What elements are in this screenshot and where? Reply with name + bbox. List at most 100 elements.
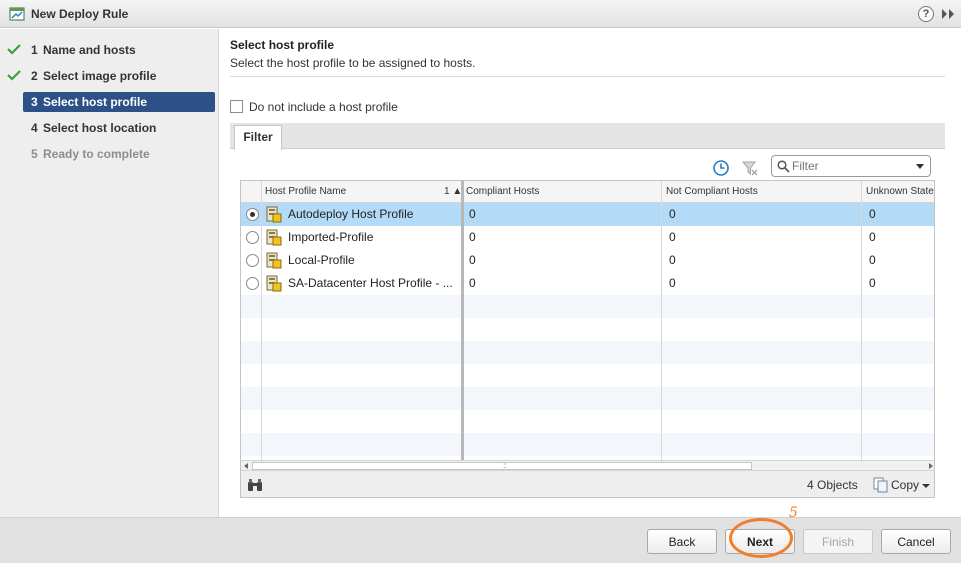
- horizontal-scrollbar[interactable]: ::: [241, 460, 934, 471]
- host-profile-icon: [266, 206, 282, 223]
- step-ready-to-complete: 5 Ready to complete: [0, 144, 219, 164]
- unknown-count: 0: [869, 276, 876, 290]
- row-radio[interactable]: [246, 254, 259, 267]
- unknown-count: 0: [869, 253, 876, 267]
- not-compliant-count: 0: [669, 230, 676, 244]
- table-row[interactable]: SA-Datacenter Host Profile - ... 0 0 0: [241, 272, 934, 295]
- step-number: 4: [31, 121, 38, 135]
- step-number: 1: [31, 43, 38, 57]
- object-count: 4 Objects: [807, 478, 858, 492]
- divider: [230, 76, 945, 77]
- table-row[interactable]: Autodeploy Host Profile 0 0 0: [241, 203, 934, 226]
- profile-name: SA-Datacenter Host Profile - ...: [288, 276, 453, 290]
- not-compliant-count: 0: [669, 207, 676, 221]
- unknown-count: 0: [869, 230, 876, 244]
- not-compliant-count: 0: [669, 253, 676, 267]
- step-number: 3: [31, 95, 38, 109]
- table-row[interactable]: Imported-Profile 0 0 0: [241, 226, 934, 249]
- host-profile-icon: [266, 275, 282, 292]
- no-host-profile-checkbox[interactable]: [230, 100, 243, 113]
- grid-footer: 4 Objects Copy: [241, 471, 934, 497]
- row-radio[interactable]: [246, 208, 259, 221]
- deploy-rule-icon: [9, 7, 25, 21]
- compliant-count: 0: [469, 276, 476, 290]
- dialog-title: New Deploy Rule: [31, 7, 129, 21]
- chevron-down-icon: [922, 484, 930, 488]
- empty-row: [241, 410, 934, 433]
- wizard-steps-pane: 1 Name and hosts 2 Select image profile …: [0, 29, 219, 517]
- column-header-unknown-state[interactable]: Unknown State: [862, 181, 934, 203]
- step-select-host-profile[interactable]: 3 Select host profile: [23, 92, 215, 112]
- column-header-not-compliant[interactable]: Not Compliant Hosts: [662, 181, 858, 203]
- main-content: Select host profile Select the host prof…: [220, 29, 961, 517]
- expand-icon[interactable]: [940, 7, 956, 21]
- copy-label: Copy: [891, 478, 920, 492]
- back-button[interactable]: Back: [647, 529, 717, 554]
- empty-row: [241, 364, 934, 387]
- grid-header: Host Profile Name 1 ▲ Compliant Hosts No…: [241, 181, 934, 203]
- unknown-count: 0: [869, 207, 876, 221]
- empty-row: [241, 387, 934, 410]
- table-row[interactable]: Local-Profile 0 0 0: [241, 249, 934, 272]
- copy-icon: [873, 477, 888, 493]
- column-header-compliant[interactable]: Compliant Hosts: [462, 181, 658, 203]
- step-number: 2: [31, 69, 38, 83]
- host-profile-icon: [266, 229, 282, 246]
- dialog-title-bar: New Deploy Rule ?: [0, 0, 961, 28]
- step-label: Name and hosts: [43, 43, 136, 57]
- empty-row: [241, 318, 934, 341]
- profile-name: Local-Profile: [288, 253, 355, 267]
- chevron-down-icon[interactable]: [916, 164, 924, 169]
- scrollbar-thumb[interactable]: [252, 462, 752, 470]
- help-icon[interactable]: ?: [918, 6, 934, 22]
- compliant-count: 0: [469, 230, 476, 244]
- tab-strip: Filter: [230, 123, 945, 150]
- step-annotation-marker: 5: [789, 505, 798, 521]
- next-button[interactable]: Next: [725, 529, 795, 554]
- step-label: Ready to complete: [43, 147, 150, 161]
- grip-icon: ::: [503, 461, 507, 470]
- empty-row: [241, 295, 934, 318]
- check-icon: [7, 44, 21, 55]
- row-radio[interactable]: [246, 231, 259, 244]
- row-radio[interactable]: [246, 277, 259, 290]
- step-select-host-location[interactable]: 4 Select host location: [0, 118, 219, 138]
- empty-row: [241, 341, 934, 364]
- step-label: Select host location: [43, 121, 157, 135]
- search-icon: [777, 160, 790, 173]
- filter-input[interactable]: [792, 158, 910, 174]
- filter-field[interactable]: [771, 155, 931, 177]
- host-profile-icon: [266, 252, 282, 269]
- scroll-left-icon[interactable]: [244, 463, 248, 469]
- step-select-image-profile[interactable]: 2 Select image profile: [0, 66, 219, 86]
- wizard-button-bar: Back Next Finish Cancel: [0, 517, 961, 563]
- host-profile-grid: Host Profile Name 1 ▲ Compliant Hosts No…: [240, 180, 935, 498]
- column-divider: [861, 181, 862, 461]
- page-title: Select host profile: [230, 38, 335, 52]
- profile-name: Autodeploy Host Profile: [288, 207, 414, 221]
- column-header-name[interactable]: Host Profile Name: [261, 181, 441, 203]
- empty-row: [241, 433, 934, 456]
- frozen-column-divider[interactable]: [461, 181, 464, 461]
- no-host-profile-label: Do not include a host profile: [249, 100, 398, 114]
- step-label: Select host profile: [43, 95, 148, 109]
- sort-ascending-indicator[interactable]: 1 ▲: [444, 181, 462, 203]
- finish-button: Finish: [803, 529, 873, 554]
- tab-filter[interactable]: Filter: [234, 125, 282, 150]
- compliant-count: 0: [469, 253, 476, 267]
- compliant-count: 0: [469, 207, 476, 221]
- clock-icon[interactable]: [712, 159, 730, 177]
- column-divider: [261, 181, 262, 461]
- step-number: 5: [31, 147, 38, 161]
- step-label: Select image profile: [43, 69, 157, 83]
- binoculars-icon[interactable]: [247, 478, 263, 492]
- cancel-button[interactable]: Cancel: [881, 529, 951, 554]
- step-name-and-hosts[interactable]: 1 Name and hosts: [0, 40, 219, 60]
- page-subtitle: Select the host profile to be assigned t…: [230, 56, 476, 70]
- check-icon: [7, 70, 21, 81]
- not-compliant-count: 0: [669, 276, 676, 290]
- column-divider: [661, 181, 662, 461]
- profile-name: Imported-Profile: [288, 230, 374, 244]
- clear-filter-icon[interactable]: [741, 159, 759, 177]
- scroll-right-icon[interactable]: [929, 463, 933, 469]
